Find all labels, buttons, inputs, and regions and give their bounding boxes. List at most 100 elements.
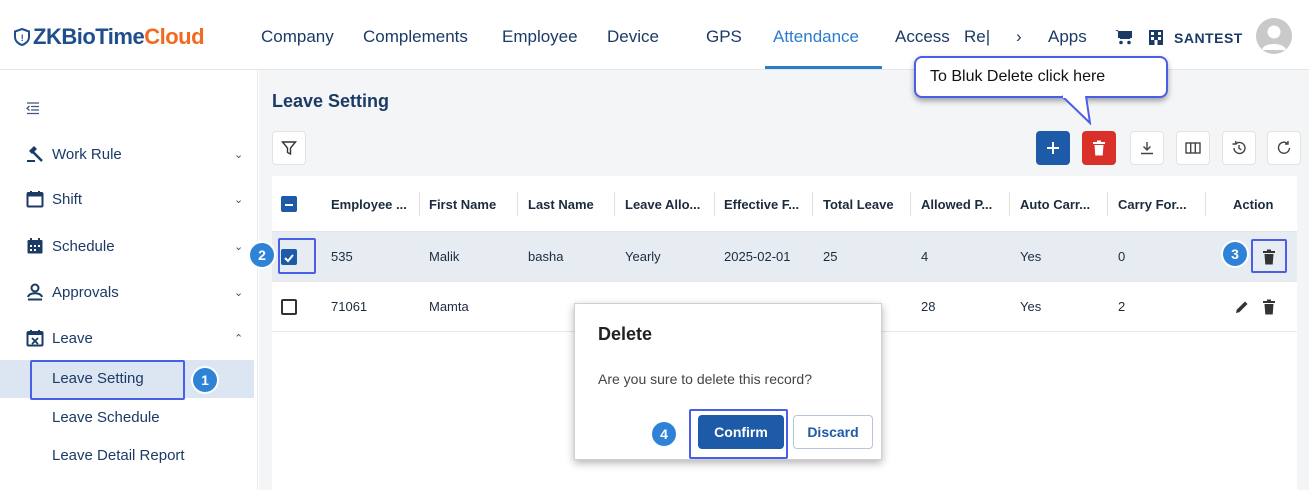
column-divider[interactable] [910,192,911,216]
calendar-grid-icon [27,238,43,254]
nav-gps[interactable]: GPS [706,27,742,47]
column-header-leave-allocation[interactable]: Leave Allo... [625,197,700,212]
avatar[interactable] [1256,18,1292,54]
gavel-icon [27,146,43,162]
filter-button[interactable] [272,131,306,165]
sidebar-item-label: Work Rule [52,145,122,163]
logo-text-primary: ZKBioTime [33,24,145,49]
calendar-blank-icon [26,191,44,208]
user-avatar-icon [1262,25,1286,50]
chevron-down-icon: ⌄ [234,148,244,161]
app-logo[interactable]: ! ZKBioTime Cloud [14,24,205,50]
sidebar-item-shift[interactable]: Shift ⌄ [0,179,258,219]
cell-last-name: basha [528,249,564,264]
minus-icon [285,204,293,206]
refresh-button[interactable] [1267,131,1301,165]
building-icon[interactable] [1146,28,1166,46]
sidebar-item-approvals[interactable]: Approvals ⌄ [0,272,258,312]
column-header-effective-from[interactable]: Effective F... [724,197,799,212]
bulk-delete-button[interactable] [1082,131,1116,165]
step-badge-1: 1 [193,368,217,392]
nav-overflow-chevron-icon[interactable]: › [1016,27,1022,47]
cell-auto-carry: Yes [1020,299,1042,314]
nav-attendance[interactable]: Attendance [773,27,859,47]
logo-text-accent: Cloud [144,24,205,49]
cell-effective-from: 2025-02-01 [724,249,791,264]
download-icon [1141,142,1153,155]
column-header-allowed[interactable]: Allowed P... [921,197,992,212]
add-icon [1047,142,1059,154]
user-name[interactable]: SANTEST [1174,30,1243,46]
sidebar-item-label: Approvals [52,283,119,301]
sidebar-subitem-leave-detail-report[interactable]: Leave Detail Report [0,437,254,475]
discard-button[interactable]: Discard [793,415,873,449]
chevron-down-icon: ⌄ [234,240,244,253]
nav-apps[interactable]: Apps [1048,27,1087,47]
download-button[interactable] [1130,131,1164,165]
sidebar-subitem-leave-schedule[interactable]: Leave Schedule [0,399,254,437]
sidebar-subitem-label: Leave Schedule [52,409,160,426]
nav-device[interactable]: Device [607,27,659,47]
column-header-carry-forward[interactable]: Carry For... [1118,197,1187,212]
nav-company[interactable]: Company [261,27,334,47]
column-divider[interactable] [812,192,813,216]
sidebar-item-label: Schedule [52,237,115,255]
bulk-delete-tooltip: To Bluk Delete click here [914,56,1168,98]
column-divider[interactable] [1009,192,1010,216]
history-button[interactable] [1222,131,1256,165]
column-header-first-name[interactable]: First Name [429,197,496,212]
columns-button[interactable] [1176,131,1210,165]
sidebar-item-schedule[interactable]: Schedule ⌄ [0,226,258,266]
cell-employee-id: 535 [331,249,353,264]
shield-logo-icon: ! [14,28,30,46]
cell-leave-allocation: Yearly [625,249,661,264]
highlight-leave-setting [30,360,185,400]
cell-total-leave: 25 [823,249,838,264]
nav-complements[interactable]: Complements [363,27,468,47]
column-header-total-leave[interactable]: Total Leave [823,197,894,212]
columns-icon [1185,142,1201,154]
page-title: Leave Setting [272,91,390,111]
chevron-up-icon: ⌃ [234,332,244,345]
column-header-auto-carry[interactable]: Auto Carr... [1020,197,1090,212]
chevron-down-icon: ⌄ [234,286,244,299]
cell-allowed: 28 [921,299,936,314]
table-row[interactable]: 535 Malik basha Yearly 2025-02-01 25 4 Y… [272,232,1297,282]
sidebar-item-work-rule[interactable]: Work Rule ⌄ [0,134,258,174]
nav-employee[interactable]: Employee [502,27,578,47]
column-divider[interactable] [517,192,518,216]
cell-carry-forward: 0 [1118,249,1126,264]
table-header: Employee ... First Name Last Name Leave … [272,176,1297,232]
row-checkbox[interactable] [281,299,297,315]
column-header-action: Action [1233,197,1274,212]
cell-first-name: Malik [429,249,460,264]
column-header-employee[interactable]: Employee ... [331,197,407,212]
column-divider[interactable] [614,192,615,216]
active-nav-underline [765,66,882,69]
step-badge-2: 2 [250,243,274,267]
sidebar-subitem-label: Leave Detail Report [52,447,185,464]
step-badge-4: 4 [652,422,676,446]
nav-reports[interactable]: Re| [964,27,990,47]
nav-access[interactable]: Access [895,27,950,47]
step-badge-3: 3 [1223,242,1247,266]
delete-row-icon[interactable] [1262,299,1276,315]
select-all-checkbox[interactable] [281,196,297,212]
trash-icon [1093,140,1105,156]
dialog-title: Delete [598,324,653,344]
column-divider[interactable] [1107,192,1108,216]
add-button[interactable] [1036,131,1070,165]
column-divider[interactable] [1205,192,1206,216]
refresh-icon [1277,141,1291,154]
sidebar-item-leave[interactable]: Leave ⌃ [0,318,258,358]
sidebar-item-label: Shift [52,190,83,208]
sidebar: Work Rule ⌄ Shift ⌄ Schedule ⌄ Approvals… [0,70,258,490]
collapse-menu-icon[interactable] [26,102,40,116]
calendar-x-icon [26,330,44,347]
column-divider[interactable] [419,192,420,216]
column-divider[interactable] [714,192,715,216]
sidebar-item-label: Leave [52,329,93,347]
cart-icon[interactable] [1114,29,1134,45]
column-header-last-name[interactable]: Last Name [528,197,594,212]
edit-row-icon[interactable] [1234,299,1250,315]
